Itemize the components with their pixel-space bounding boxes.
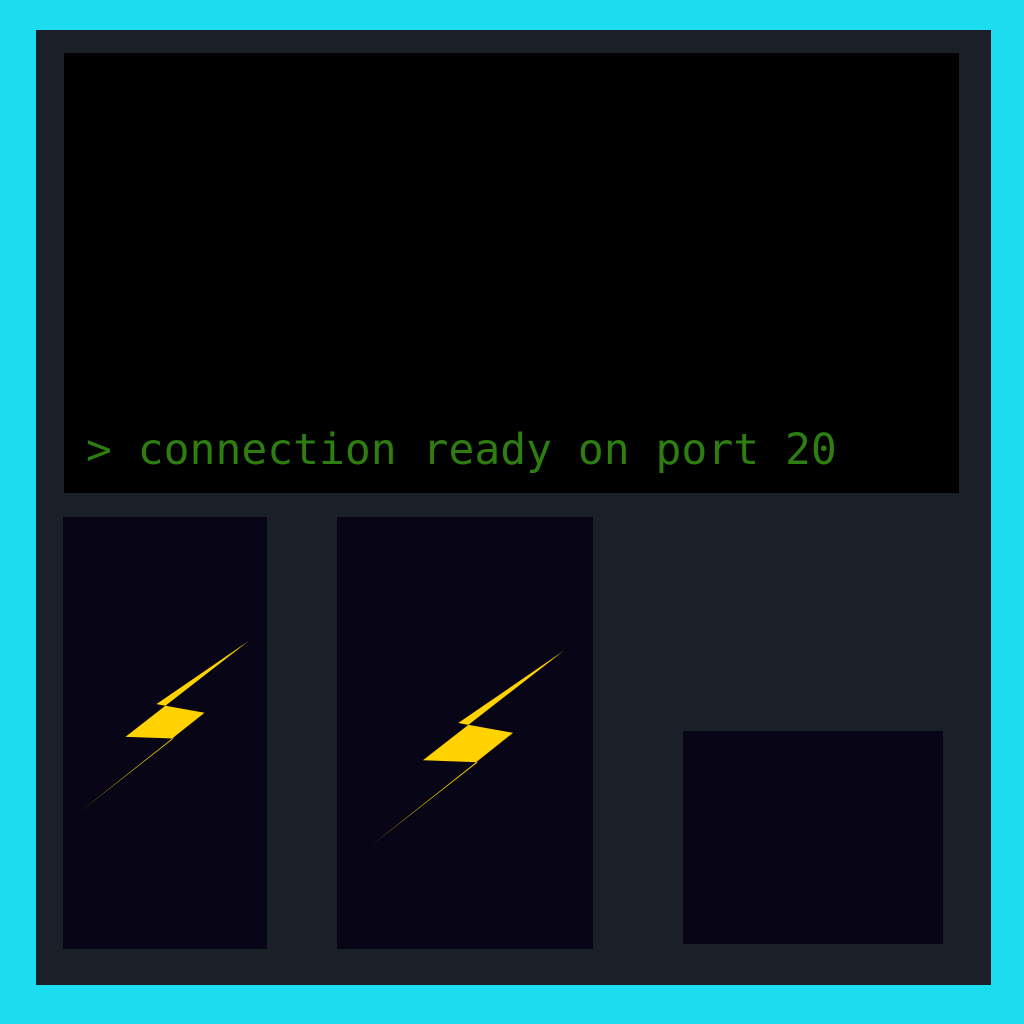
terminal-message: connection ready on port 20 — [137, 425, 837, 475]
panel-right[interactable] — [683, 731, 943, 944]
lightning-bolt-icon — [79, 640, 250, 813]
terminal-line: > connection ready on port 20 — [86, 426, 837, 474]
terminal-prompt: > — [86, 425, 112, 475]
lightning-bolt-icon — [370, 650, 565, 847]
